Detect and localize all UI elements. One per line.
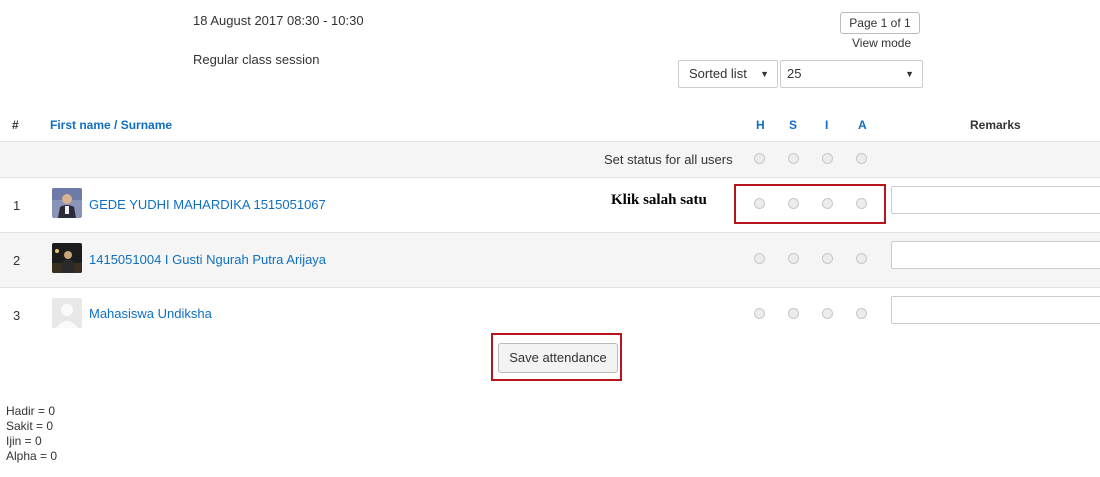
row2-remarks-input[interactable] <box>891 241 1100 269</box>
avatar <box>52 243 82 273</box>
pagination-page-indicator[interactable]: Page 1 of 1 <box>840 12 920 34</box>
summary-sakit: Sakit = 0 <box>6 419 54 433</box>
row3-radio-i[interactable] <box>822 308 833 319</box>
save-attendance-button[interactable]: Save attendance <box>498 343 618 373</box>
student-name-link[interactable]: 1415051004 I Gusti Ngurah Putra Arijaya <box>89 252 326 267</box>
view-mode-label: View mode <box>852 36 912 50</box>
header-status-i[interactable]: I <box>825 118 828 132</box>
set-all-radio-a[interactable] <box>856 153 867 164</box>
row-divider <box>0 177 1100 178</box>
row2-radio-h[interactable] <box>754 253 765 264</box>
chevron-down-icon: ▼ <box>760 69 769 79</box>
summary-hadir: Hadir = 0 <box>6 404 56 418</box>
row2-radio-s[interactable] <box>788 253 799 264</box>
row1-radio-s[interactable] <box>788 198 799 209</box>
summary-ijin: Ijin = 0 <box>6 434 42 448</box>
annotation-label: Klik salah satu <box>611 192 707 208</box>
sort-mode-value: Sorted list <box>689 66 747 81</box>
avatar <box>52 188 82 218</box>
set-status-all-label: Set status for all users <box>604 152 733 167</box>
avatar <box>52 298 82 328</box>
row3-radio-a[interactable] <box>856 308 867 319</box>
row1-radio-i[interactable] <box>822 198 833 209</box>
row-divider <box>0 287 1100 288</box>
row1-radio-a[interactable] <box>856 198 867 209</box>
row1-remarks-input[interactable] <box>891 186 1100 214</box>
row3-remarks-input[interactable] <box>891 296 1100 324</box>
row-number: 1 <box>13 198 21 213</box>
student-name-link[interactable]: GEDE YUDHI MAHARDIKA 1515051067 <box>89 197 326 212</box>
session-date: 18 August 2017 08:30 - 10:30 <box>193 13 364 28</box>
row1-radio-h[interactable] <box>754 198 765 209</box>
header-status-s[interactable]: S <box>789 118 797 132</box>
row3-radio-s[interactable] <box>788 308 799 319</box>
header-status-a[interactable]: A <box>858 118 867 132</box>
set-all-radio-h[interactable] <box>754 153 765 164</box>
session-description: Regular class session <box>193 52 320 67</box>
set-all-radio-i[interactable] <box>822 153 833 164</box>
sort-mode-select[interactable]: Sorted list ▼ <box>678 60 778 88</box>
row-number: 2 <box>13 253 21 268</box>
header-number: # <box>12 118 19 132</box>
row3-radio-h[interactable] <box>754 308 765 319</box>
row2-radio-i[interactable] <box>822 253 833 264</box>
summary-alpha: Alpha = 0 <box>6 449 58 463</box>
set-all-radio-s[interactable] <box>788 153 799 164</box>
per-page-value: 25 <box>787 66 802 81</box>
row2-radio-a[interactable] <box>856 253 867 264</box>
chevron-down-icon: ▼ <box>905 69 914 79</box>
header-status-h[interactable]: H <box>756 118 765 132</box>
row-number: 3 <box>13 308 21 323</box>
header-name-sort-link[interactable]: First name / Surname <box>50 118 172 132</box>
header-remarks: Remarks <box>970 118 1021 132</box>
set-status-all-row <box>0 142 1100 177</box>
student-name-link[interactable]: Mahasiswa Undiksha <box>89 306 212 321</box>
per-page-select[interactable]: 25 ▼ <box>780 60 923 88</box>
